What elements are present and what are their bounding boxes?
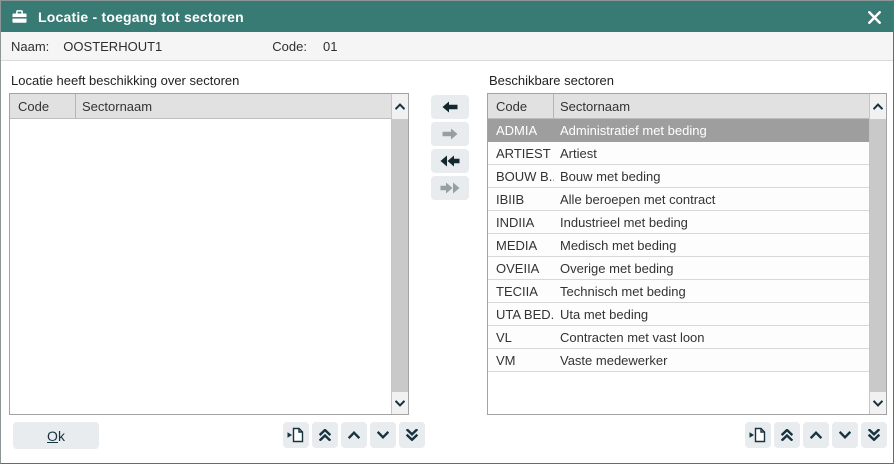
dialog-title: Locatie - toegang tot sectoren	[38, 9, 244, 25]
available-record-nav	[745, 422, 887, 448]
arrow-left-icon	[442, 101, 458, 113]
name-value: OOSTERHOUT1	[63, 39, 162, 54]
move-selected-right-button[interactable]	[431, 122, 469, 146]
left-panel-title: Locatie heeft beschikking over sectoren	[11, 73, 239, 88]
first-record-button[interactable]	[312, 422, 338, 448]
goto-record-icon	[749, 427, 767, 443]
scroll-up-icon[interactable]	[392, 94, 408, 118]
scroll-up-icon[interactable]	[870, 94, 886, 118]
chevron-up-icon	[810, 431, 822, 439]
info-bar: Naam: OOSTERHOUT1 Code: 01	[1, 32, 893, 61]
first-record-button[interactable]	[774, 422, 800, 448]
table-row[interactable]: BOUW B... Bouw met beding	[488, 165, 869, 188]
table-row[interactable]: VL Contracten met vast loon	[488, 326, 869, 349]
table-row[interactable]: TECIIA Technisch met beding	[488, 280, 869, 303]
column-header-code: Code	[488, 94, 554, 118]
assigned-sectors-table: Code Sectornaam	[9, 93, 409, 415]
table-row[interactable]: ADMIA Administratief met beding	[488, 119, 869, 142]
table-row[interactable]: MEDIA Medisch met beding	[488, 234, 869, 257]
right-panel-title: Beschikbare sectoren	[489, 73, 614, 88]
double-chevron-down-icon	[406, 429, 418, 441]
locatie-toegang-dialog: Locatie - toegang tot sectoren Naam: OOS…	[0, 0, 894, 464]
scrollbar-thumb[interactable]	[870, 119, 886, 392]
double-chevron-up-icon	[781, 429, 793, 441]
move-all-right-button[interactable]	[431, 176, 469, 200]
goto-record-button[interactable]	[283, 422, 309, 448]
goto-record-icon	[287, 427, 305, 443]
available-table-body: ADMIA Administratief met beding ARTIEST …	[488, 119, 869, 414]
chevron-down-icon	[839, 431, 851, 439]
move-all-left-button[interactable]	[431, 149, 469, 173]
available-sectors-table: Code Sectornaam ADMIA Administratief met…	[487, 93, 887, 415]
move-selected-left-button[interactable]	[431, 95, 469, 119]
next-record-button[interactable]	[370, 422, 396, 448]
assigned-record-nav	[283, 422, 425, 448]
last-record-button[interactable]	[861, 422, 887, 448]
assigned-table-scrollbar[interactable]	[391, 94, 408, 414]
table-row[interactable]: ARTIEST Artiest	[488, 142, 869, 165]
table-row[interactable]: INDIIA Industrieel met beding	[488, 211, 869, 234]
available-table-header: Code Sectornaam	[488, 94, 886, 119]
name-label: Naam:	[11, 39, 49, 54]
available-table-scrollbar[interactable]	[869, 94, 886, 414]
last-record-button[interactable]	[399, 422, 425, 448]
double-chevron-up-icon	[319, 429, 331, 441]
scroll-down-icon[interactable]	[870, 392, 886, 414]
titlebar: Locatie - toegang tot sectoren	[1, 1, 893, 32]
table-row[interactable]: VM Vaste medewerker	[488, 349, 869, 372]
assigned-table-body	[10, 119, 391, 414]
chevron-up-icon	[348, 431, 360, 439]
scrollbar-thumb[interactable]	[392, 119, 408, 392]
column-header-sectornaam: Sectornaam	[76, 94, 408, 118]
close-icon	[868, 11, 881, 24]
next-record-button[interactable]	[832, 422, 858, 448]
table-row[interactable]: OVEIIA Overige met beding	[488, 257, 869, 280]
table-row[interactable]: IBIIB Alle beroepen met contract	[488, 188, 869, 211]
goto-record-button[interactable]	[745, 422, 771, 448]
close-button[interactable]	[861, 4, 887, 30]
chevron-down-icon	[377, 431, 389, 439]
previous-record-button[interactable]	[803, 422, 829, 448]
double-arrow-left-icon	[440, 155, 460, 167]
arrow-right-icon	[442, 128, 458, 140]
double-arrow-right-icon	[440, 182, 460, 194]
scroll-down-icon[interactable]	[392, 392, 408, 414]
code-label: Code:	[272, 39, 307, 54]
assigned-table-header: Code Sectornaam	[10, 94, 408, 119]
double-chevron-down-icon	[868, 429, 880, 441]
column-header-code: Code	[10, 94, 76, 118]
column-header-sectornaam: Sectornaam	[554, 94, 886, 118]
previous-record-button[interactable]	[341, 422, 367, 448]
table-row[interactable]: UTA BED... Uta met beding	[488, 303, 869, 326]
code-value: 01	[323, 39, 337, 54]
ok-button[interactable]: Ok	[13, 422, 99, 449]
briefcase-icon	[11, 9, 28, 24]
